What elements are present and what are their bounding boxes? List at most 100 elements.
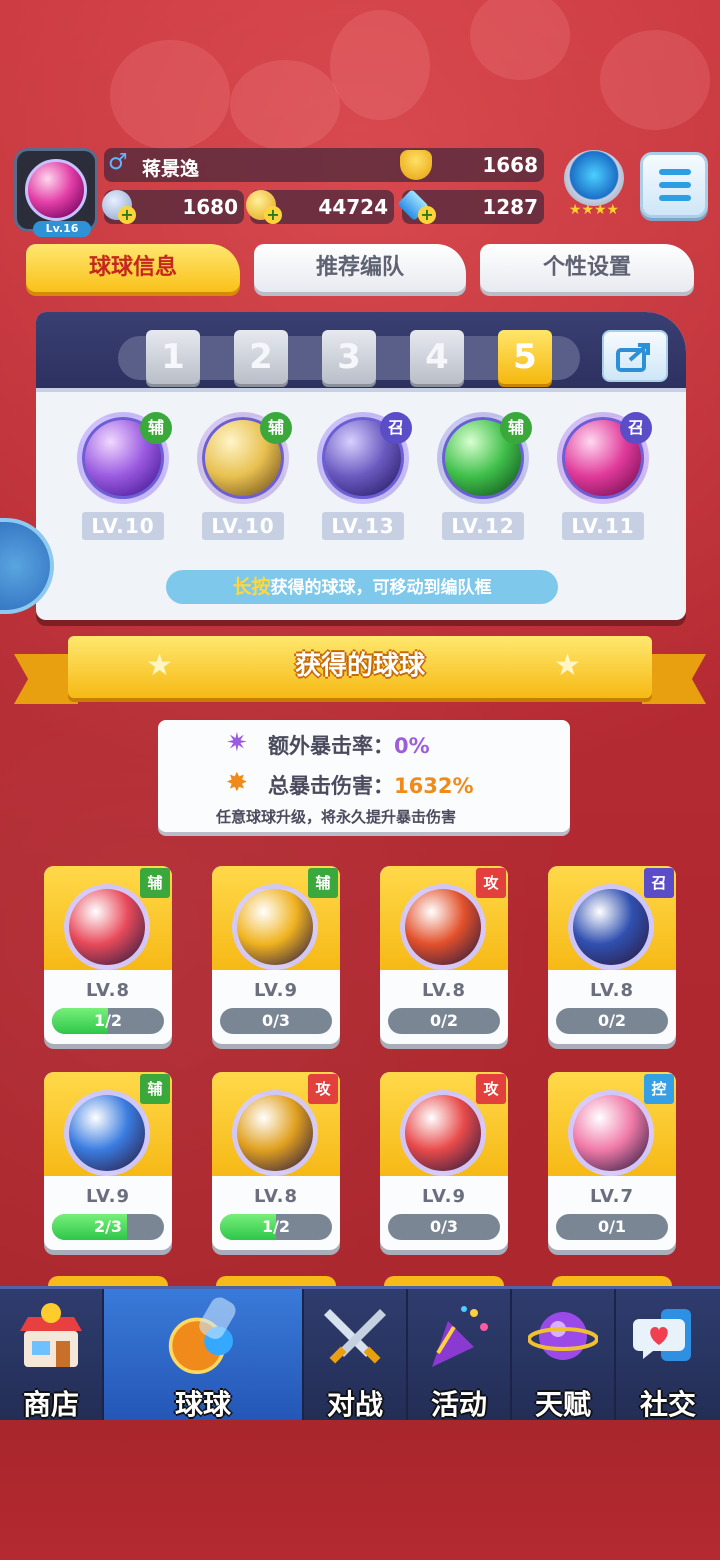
crit-info-card: ✷ 额外暴击率：0% ✸ 总暴击伤害：1632% 任意球球升级，将永久提升暴击伤… bbox=[158, 720, 570, 832]
tab-ball-info[interactable]: 球球信息 bbox=[26, 244, 240, 292]
crit-note: 任意球球升级，将永久提升暴击伤害 bbox=[216, 808, 457, 826]
menu-icon bbox=[659, 169, 691, 175]
team-ball-2[interactable]: 辅 LV.10 bbox=[188, 412, 298, 540]
team-ball-1[interactable]: 辅 LV.10 bbox=[68, 412, 178, 540]
upgrade-progress-bar: 0/2 bbox=[556, 1008, 668, 1034]
ball-card[interactable]: 辅 LV.9 2/3 bbox=[44, 1072, 172, 1250]
nav-label: 商店 bbox=[22, 1388, 79, 1421]
team-ball-3[interactable]: 召 LV.13 bbox=[308, 412, 418, 540]
coin-plus-icon[interactable]: + bbox=[264, 206, 282, 224]
crit-damage-label: 总暴击伤害： bbox=[268, 774, 394, 798]
nav-social[interactable]: 社交 bbox=[616, 1289, 720, 1423]
nav-talent[interactable]: 天赋 bbox=[512, 1289, 616, 1423]
share-button[interactable] bbox=[602, 330, 668, 382]
ball-level: LV.13 bbox=[322, 512, 404, 540]
player-avatar[interactable]: Lv.16 bbox=[14, 148, 98, 237]
upgrade-progress-bar: 1/2 bbox=[52, 1008, 164, 1034]
diamond-plus-icon[interactable]: + bbox=[418, 206, 436, 224]
stamina-bar[interactable]: + 1680 bbox=[102, 190, 244, 224]
crit-rate-label: 额外暴击率： bbox=[268, 734, 394, 758]
decor-lantern bbox=[110, 40, 230, 150]
nav-shop[interactable]: 商店 bbox=[0, 1289, 104, 1423]
nav-events[interactable]: 活动 bbox=[408, 1289, 512, 1423]
nav-label: 天赋 bbox=[534, 1388, 591, 1421]
coin-bar[interactable]: + 44724 bbox=[246, 190, 394, 224]
team-ball-5[interactable]: 召 LV.11 bbox=[548, 412, 658, 540]
bottom-nav: 商店 球球 对战 活动 天赋 社交 bbox=[0, 1286, 720, 1423]
nav-battle[interactable]: 对战 bbox=[304, 1289, 408, 1423]
star-icon: ★ bbox=[146, 648, 173, 683]
ball-orb-icon bbox=[64, 884, 150, 970]
player-name-bar: ♂ 蒋景逸 1668 bbox=[104, 148, 544, 182]
ball-orb-icon bbox=[568, 1090, 654, 1176]
ball-card[interactable]: 攻 LV.8 1/2 bbox=[212, 1072, 340, 1250]
ball-card[interactable]: 攻 LV.9 0/3 bbox=[380, 1072, 508, 1250]
nav-label: 社交 bbox=[639, 1388, 696, 1421]
type-tag: 辅 bbox=[500, 412, 532, 444]
ball-level: LV.10 bbox=[82, 512, 164, 540]
ball-card[interactable]: 辅 LV.8 1/2 bbox=[44, 866, 172, 1044]
star-icon: ★ bbox=[554, 648, 581, 683]
team-ball-4[interactable]: 辅 LV.12 bbox=[428, 412, 538, 540]
upgrade-progress-bar: 0/3 bbox=[388, 1214, 500, 1240]
ball-level: LV.12 bbox=[442, 512, 524, 540]
type-tag: 攻 bbox=[476, 868, 506, 898]
ball-level: LV.7 bbox=[590, 1186, 634, 1207]
stamina-plus-icon[interactable]: + bbox=[118, 206, 136, 224]
nav-label: 球球 bbox=[174, 1388, 231, 1421]
ball-card[interactable]: 攻 LV.8 0/2 bbox=[380, 866, 508, 1044]
tab-recommended-team[interactable]: 推荐编队 bbox=[254, 244, 466, 292]
chat-heart-icon bbox=[633, 1309, 691, 1361]
ball-level: LV.9 bbox=[422, 1186, 466, 1207]
ball-orb-icon bbox=[568, 884, 654, 970]
progress-text: 0/3 bbox=[429, 1217, 459, 1236]
progress-text: 0/2 bbox=[429, 1011, 459, 1030]
ball-card[interactable]: 召 LV.8 0/2 bbox=[548, 866, 676, 1044]
ball-orb-icon bbox=[64, 1090, 150, 1176]
team-slot-3[interactable]: 3 bbox=[322, 330, 376, 384]
coin-value: 44724 bbox=[318, 195, 388, 219]
nav-balls[interactable]: 球球 bbox=[104, 1289, 304, 1423]
tab-personal-settings[interactable]: 个性设置 bbox=[480, 244, 694, 292]
trophy-icon bbox=[400, 150, 432, 180]
stamina-value: 1680 bbox=[182, 195, 238, 219]
ball-card[interactable]: 辅 LV.9 0/3 bbox=[212, 866, 340, 1044]
type-tag: 辅 bbox=[140, 412, 172, 444]
progress-text: 2/3 bbox=[93, 1217, 123, 1236]
upgrade-progress-bar: 1/2 bbox=[220, 1214, 332, 1240]
hint-emphasis: 长按 bbox=[232, 576, 271, 598]
type-tag: 攻 bbox=[476, 1074, 506, 1104]
type-tag: 辅 bbox=[260, 412, 292, 444]
ball-level: LV.8 bbox=[86, 980, 130, 1001]
ball-icon bbox=[168, 1297, 236, 1374]
team-slot-4[interactable]: 4 bbox=[410, 330, 464, 384]
type-tag: 辅 bbox=[140, 1074, 170, 1104]
ball-level: LV.8 bbox=[254, 1186, 298, 1207]
rank-badge-icon[interactable]: ★★★★ bbox=[558, 150, 630, 220]
ball-level: LV.9 bbox=[86, 1186, 130, 1207]
team-panel-header: 1 2 3 4 5 bbox=[36, 312, 686, 392]
team-slot-1[interactable]: 1 bbox=[146, 330, 200, 384]
progress-text: 0/3 bbox=[261, 1011, 291, 1030]
team-slot-5[interactable]: 5 bbox=[498, 330, 552, 384]
ball-orb-icon bbox=[400, 884, 486, 970]
party-popper-icon bbox=[432, 1306, 488, 1367]
diamond-bar[interactable]: + 1287 bbox=[397, 189, 544, 224]
shop-icon bbox=[20, 1303, 82, 1367]
ball-card[interactable]: 控 LV.7 0/1 bbox=[548, 1072, 676, 1250]
type-tag: 召 bbox=[620, 412, 652, 444]
menu-button[interactable] bbox=[640, 152, 708, 218]
decor-lantern bbox=[600, 30, 710, 130]
crit-damage-icon: ✸ bbox=[226, 768, 248, 798]
share-icon bbox=[616, 343, 650, 372]
type-tag: 控 bbox=[644, 1074, 674, 1104]
hint-text: 获得的球球，可移动到编队框 bbox=[270, 578, 492, 598]
progress-text: 1/2 bbox=[261, 1217, 291, 1236]
crit-rate-value: 0% bbox=[394, 734, 430, 758]
ball-level: LV.10 bbox=[202, 512, 284, 540]
swords-icon bbox=[324, 1309, 386, 1364]
crit-damage-row: 总暴击伤害：1632% bbox=[268, 770, 474, 800]
team-slot-2[interactable]: 2 bbox=[234, 330, 288, 384]
ball-level: LV.8 bbox=[590, 980, 634, 1001]
upgrade-progress-bar: 0/3 bbox=[220, 1008, 332, 1034]
